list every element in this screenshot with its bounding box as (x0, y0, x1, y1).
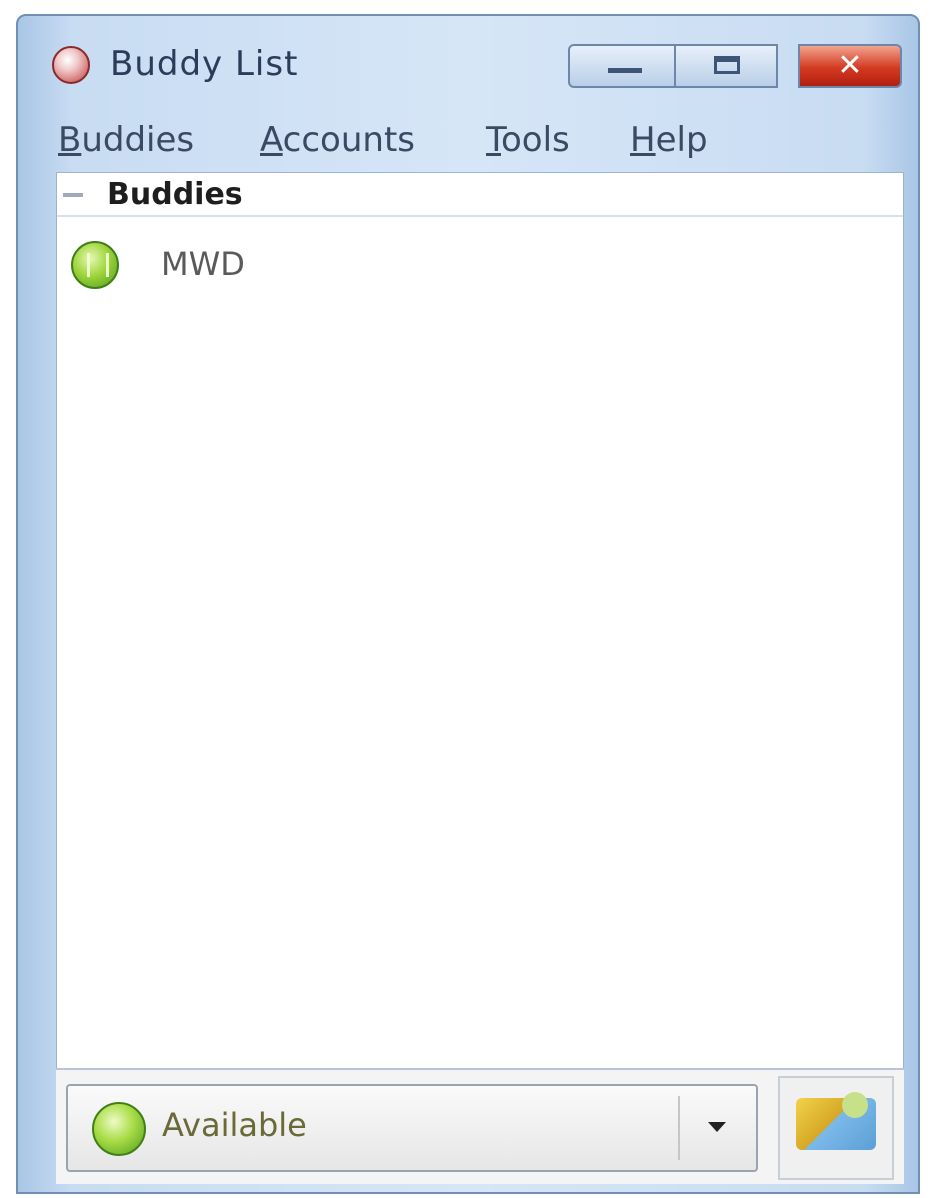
minimize-button[interactable] (568, 44, 676, 88)
menu-mnemonic: H (630, 120, 656, 160)
menu-mnemonic: B (58, 120, 82, 160)
window-title: Buddy List (110, 44, 299, 84)
menu-label: uddies (81, 120, 195, 160)
menu-label: elp (655, 120, 708, 160)
buddy-icon-button[interactable] (778, 1076, 894, 1180)
maximize-icon (714, 56, 740, 74)
available-status-icon (92, 1102, 146, 1156)
menu-mnemonic: A (260, 120, 283, 160)
collapse-icon[interactable] (63, 193, 83, 197)
status-label: Available (162, 1106, 307, 1144)
buddy-name: MWD (161, 245, 245, 283)
chevron-down-icon[interactable] (708, 1122, 726, 1132)
menu-label: ccounts (282, 120, 416, 160)
status-area: Available (56, 1068, 904, 1184)
pidgin-app-icon[interactable] (52, 46, 90, 84)
menu-help[interactable]: Help (630, 120, 708, 160)
avatar-icon (796, 1092, 876, 1150)
close-icon: ✕ (837, 48, 863, 83)
dropdown-divider (678, 1096, 680, 1160)
menu-accounts[interactable]: Accounts (260, 120, 415, 160)
available-icon (71, 241, 119, 289)
minimize-icon (608, 68, 642, 73)
buddy-list-window: Buddy List ✕ Buddies Accounts Tools Help… (16, 14, 920, 1194)
maximize-button[interactable] (674, 44, 778, 88)
menu-label: ools (501, 120, 570, 160)
menu-mnemonic: T (486, 120, 501, 160)
menu-bar: Buddies Accounts Tools Help (58, 114, 898, 168)
close-button[interactable]: ✕ (798, 44, 902, 88)
menu-tools[interactable]: Tools (486, 120, 570, 160)
buddy-list-pane: Buddies MWD (56, 172, 904, 1184)
status-selector[interactable]: Available (66, 1084, 758, 1172)
group-header-buddies[interactable]: Buddies (57, 173, 903, 217)
title-bar[interactable]: Buddy List ✕ (18, 16, 918, 104)
buddy-row[interactable]: MWD (57, 235, 903, 295)
menu-buddies[interactable]: Buddies (58, 120, 194, 160)
group-label: Buddies (107, 177, 243, 212)
